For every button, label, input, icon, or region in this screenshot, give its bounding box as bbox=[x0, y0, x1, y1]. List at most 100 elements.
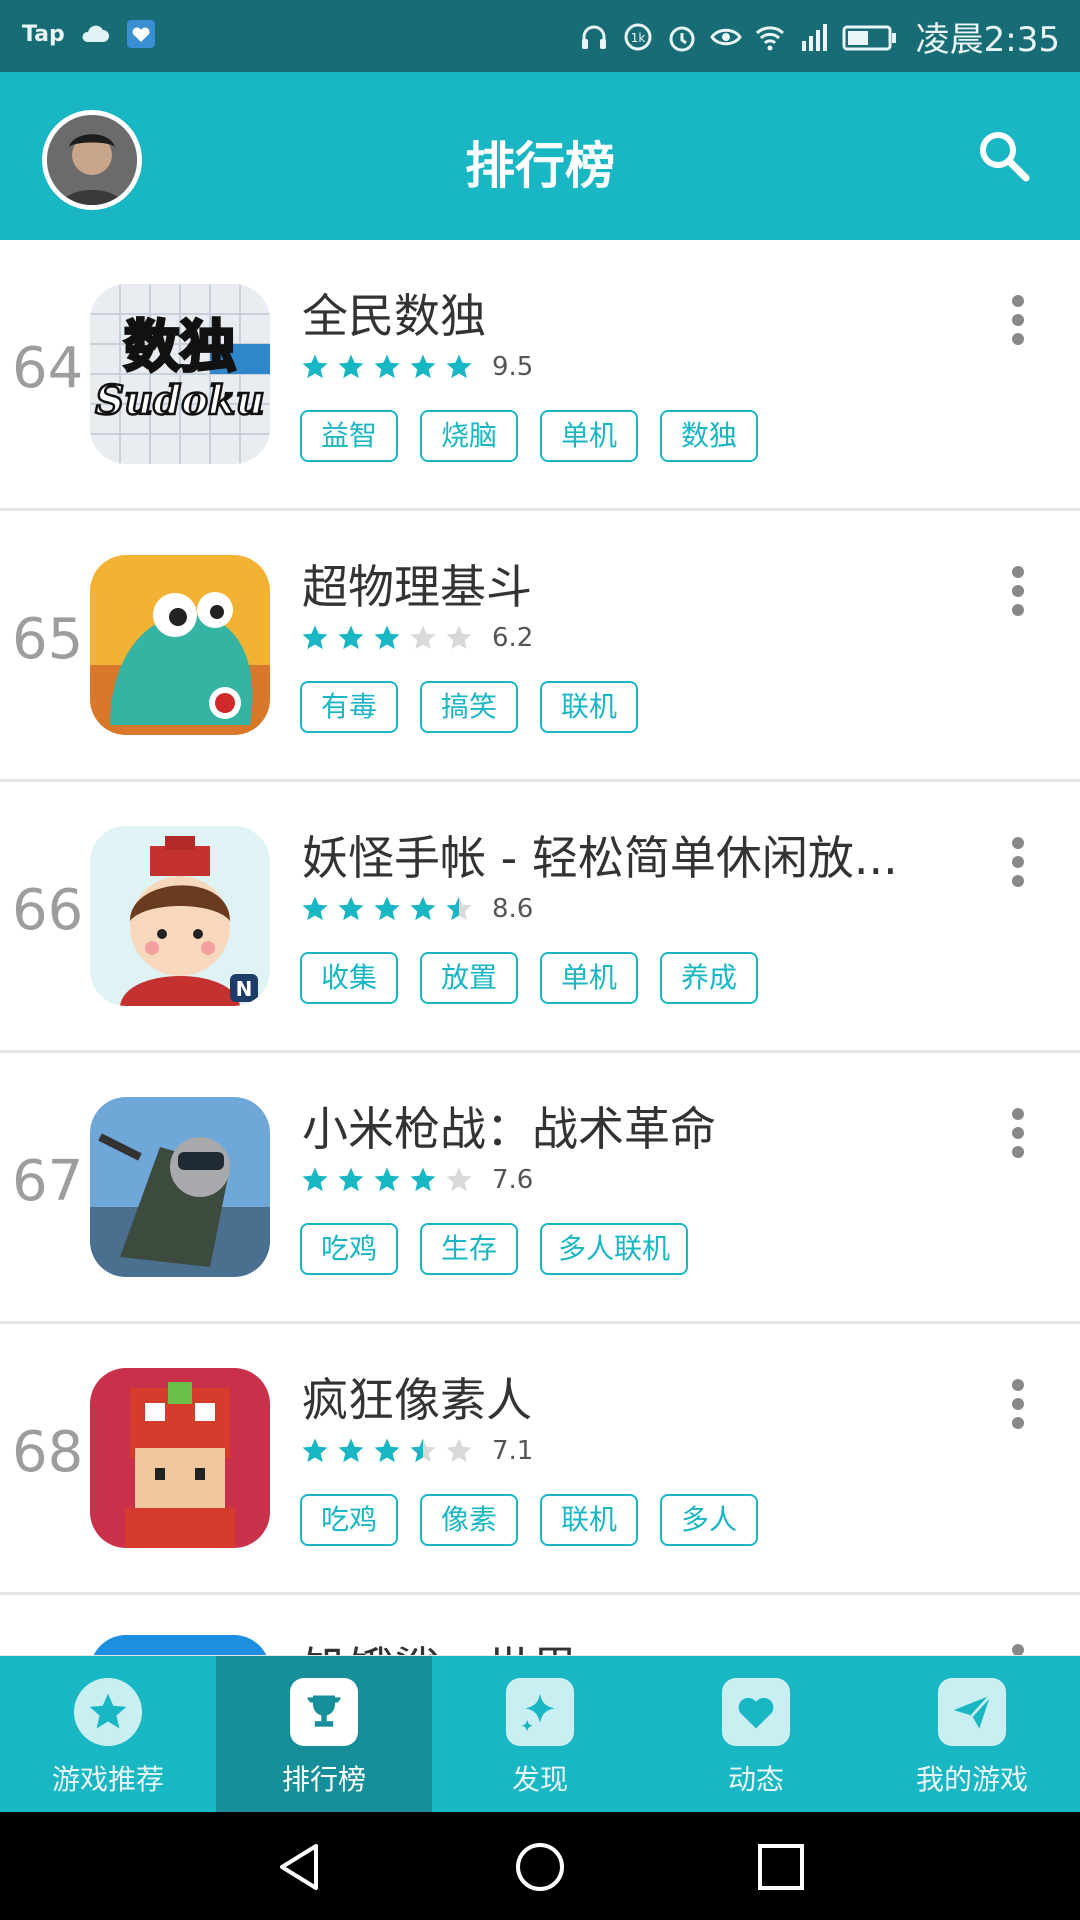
home-icon[interactable] bbox=[513, 1840, 567, 1894]
more-options-icon[interactable] bbox=[1012, 288, 1028, 352]
health-icon bbox=[126, 20, 155, 48]
star-icon bbox=[302, 354, 328, 379]
star-icon bbox=[302, 1167, 328, 1192]
pixel-man-game-icon bbox=[90, 1368, 270, 1548]
signal-icon bbox=[801, 23, 827, 51]
status-left: Tap bbox=[22, 18, 157, 50]
tag[interactable]: 益智 bbox=[300, 410, 398, 462]
star-empty-icon bbox=[446, 1438, 472, 1463]
headset-icon bbox=[581, 25, 606, 49]
tag[interactable]: 单机 bbox=[540, 410, 638, 462]
list-item[interactable]: 66 N 妖怪手帐 - 轻松简单休闲放... 8.6 收集 放置 单机 养成 bbox=[0, 782, 1080, 1053]
rating-score: 8.6 bbox=[492, 894, 534, 924]
more-options-icon[interactable] bbox=[1012, 559, 1028, 623]
tag[interactable]: 烧脑 bbox=[420, 410, 518, 462]
tag[interactable]: 单机 bbox=[540, 952, 638, 1004]
tag[interactable]: 养成 bbox=[660, 952, 758, 1004]
tab-activity[interactable]: 动态 bbox=[648, 1656, 864, 1812]
star-icon bbox=[374, 896, 400, 921]
ranking-list: 64 数独 Sudoku 全民数独 9.5 益智 烧脑 单机 数独 65 超物理… bbox=[0, 240, 1080, 1658]
star-icon bbox=[302, 1438, 328, 1463]
status-right: 1k 凌晨2:35 bbox=[578, 12, 1060, 61]
search-icon[interactable] bbox=[976, 128, 1032, 184]
star-icon bbox=[338, 896, 364, 921]
rank-number: 68 bbox=[12, 1420, 84, 1485]
battery-icon bbox=[842, 25, 896, 50]
tab-discover[interactable]: 发现 bbox=[432, 1656, 648, 1812]
rank-number: 64 bbox=[12, 336, 84, 401]
tab-recommend[interactable]: 游戏推荐 bbox=[0, 1656, 216, 1812]
star-icon bbox=[374, 1438, 400, 1463]
list-item[interactable]: 64 数独 Sudoku 全民数独 9.5 益智 烧脑 单机 数独 bbox=[0, 240, 1080, 511]
more-options-icon[interactable] bbox=[1012, 1101, 1028, 1165]
star-icon bbox=[446, 354, 472, 379]
tag[interactable]: 生存 bbox=[420, 1223, 518, 1275]
tab-label: 游戏推荐 bbox=[51, 1763, 164, 1796]
sudoku-game-icon: 数独 Sudoku bbox=[90, 284, 270, 464]
tag[interactable]: 多人 bbox=[660, 1494, 758, 1546]
more-options-icon[interactable] bbox=[1012, 830, 1028, 894]
tag[interactable]: 多人联机 bbox=[540, 1223, 689, 1275]
tab-my-games[interactable]: 我的游戏 bbox=[864, 1656, 1080, 1812]
star-icon bbox=[374, 1167, 400, 1192]
paper-plane-icon bbox=[938, 1678, 1006, 1746]
rank-number: 67 bbox=[12, 1149, 84, 1214]
tag-list: 吃鸡 生存 多人联机 bbox=[300, 1223, 689, 1275]
star-icon bbox=[374, 354, 400, 379]
tab-label: 发现 bbox=[511, 1763, 568, 1796]
tab-label: 动态 bbox=[727, 1763, 784, 1796]
app-header: 排行榜 bbox=[0, 72, 1080, 240]
tag[interactable]: 吃鸡 bbox=[300, 1223, 398, 1275]
sparkle-icon bbox=[506, 1678, 574, 1746]
svg-text:Sudoku: Sudoku bbox=[95, 377, 264, 424]
app-name: 超物理基斗 bbox=[302, 560, 532, 614]
tag[interactable]: 收集 bbox=[300, 952, 398, 1004]
tag[interactable]: 放置 bbox=[420, 952, 518, 1004]
rating-score: 7.1 bbox=[492, 1436, 534, 1466]
star-empty-icon bbox=[446, 1167, 472, 1192]
star-empty-icon bbox=[410, 625, 436, 650]
star-icon bbox=[302, 625, 328, 650]
svg-text:1k: 1k bbox=[630, 31, 645, 45]
tag[interactable]: 联机 bbox=[540, 681, 638, 733]
app-name: 妖怪手帐 - 轻松简单休闲放... bbox=[302, 831, 898, 885]
tag[interactable]: 搞笑 bbox=[420, 681, 518, 733]
tag-list: 吃鸡 像素 联机 多人 bbox=[300, 1494, 758, 1546]
tag[interactable]: 联机 bbox=[540, 1494, 638, 1546]
star-icon bbox=[410, 1167, 436, 1192]
page-title: 排行榜 bbox=[465, 137, 615, 195]
tap-logo: Tap bbox=[22, 21, 65, 47]
star-rating: 8.6 bbox=[300, 894, 533, 924]
star-icon bbox=[302, 896, 328, 921]
list-item[interactable]: 68 疯狂像素人 7.1 吃鸡 像素 联机 多人 bbox=[0, 1324, 1080, 1595]
svg-text:数独: 数独 bbox=[124, 315, 236, 380]
recents-icon[interactable] bbox=[754, 1840, 808, 1894]
tag[interactable]: 吃鸡 bbox=[300, 1494, 398, 1546]
star-rating: 7.6 bbox=[300, 1165, 533, 1195]
tag[interactable]: 有毒 bbox=[300, 681, 398, 733]
tag[interactable]: 像素 bbox=[420, 1494, 518, 1546]
back-icon[interactable] bbox=[272, 1840, 326, 1894]
svg-text:N: N bbox=[236, 977, 253, 1001]
rank-number: 65 bbox=[12, 607, 84, 672]
list-item[interactable]: 65 超物理基斗 6.2 有毒 搞笑 联机 bbox=[0, 511, 1080, 782]
status-time: 凌晨2:35 bbox=[915, 20, 1060, 60]
tag-list: 有毒 搞笑 联机 bbox=[300, 681, 638, 733]
tab-ranking[interactable]: 排行榜 bbox=[216, 1656, 432, 1812]
more-options-icon[interactable] bbox=[1012, 1637, 1028, 1655]
heart-icon bbox=[722, 1678, 790, 1746]
shooter-game-icon bbox=[90, 1097, 270, 1277]
more-options-icon[interactable] bbox=[1012, 1372, 1028, 1436]
status-bar: Tap 1k 凌晨2:35 bbox=[0, 0, 1080, 72]
list-item[interactable]: 饥饿鲨：世界 bbox=[0, 1595, 1080, 1658]
list-item[interactable]: 67 小米枪战：战术革命 7.6 吃鸡 生存 多人联机 bbox=[0, 1053, 1080, 1324]
tag[interactable]: 数独 bbox=[660, 410, 758, 462]
star-icon bbox=[338, 625, 364, 650]
wifi-icon bbox=[755, 25, 784, 50]
rating-score: 7.6 bbox=[492, 1165, 534, 1195]
star-icon bbox=[410, 896, 436, 921]
star-icon bbox=[410, 354, 436, 379]
rating-score: 9.5 bbox=[492, 352, 534, 382]
star-rating: 7.1 bbox=[300, 1436, 533, 1466]
star-half-icon bbox=[446, 896, 472, 921]
